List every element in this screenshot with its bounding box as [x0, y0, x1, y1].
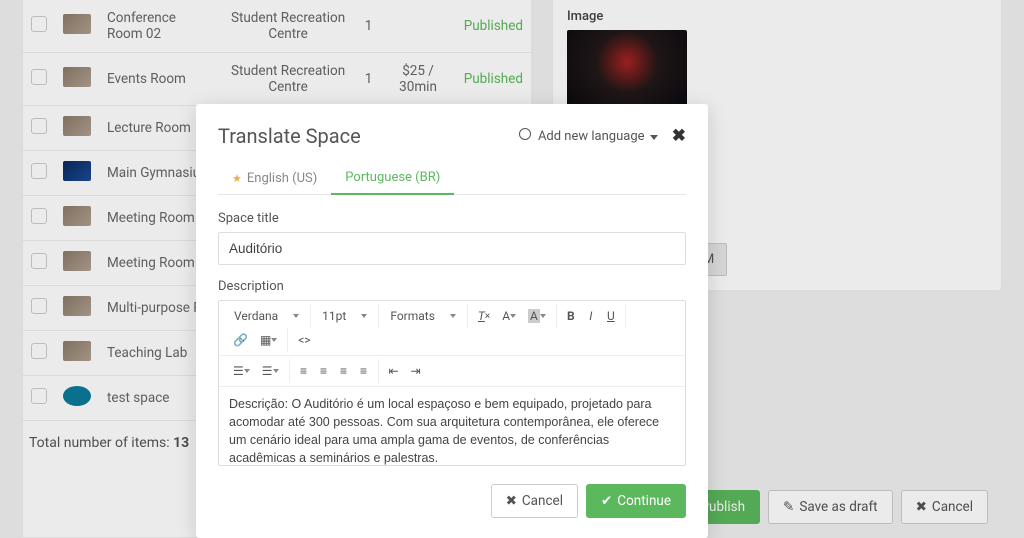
- align-right-icon[interactable]: ≡: [335, 361, 353, 381]
- tab-portuguese[interactable]: Portuguese (BR): [331, 162, 454, 195]
- description-label: Description: [218, 279, 686, 294]
- modal-actions: ✖ Cancel ✔ Continue: [218, 484, 686, 518]
- align-left-icon[interactable]: ≡: [295, 361, 313, 381]
- modal-title: Translate Space: [218, 124, 361, 148]
- star-icon: ★: [232, 172, 242, 185]
- outdent-icon[interactable]: ⇤: [384, 361, 404, 381]
- editor-textarea[interactable]: Descrição: O Auditório é um local espaço…: [219, 387, 685, 465]
- font-size-select[interactable]: 11pt: [316, 306, 373, 326]
- editor-toolbar-1: Verdana 11pt Formats T× A A B I U 🔗 ▦ <>: [219, 301, 685, 356]
- number-list-icon[interactable]: ☰: [257, 361, 284, 381]
- add-language-dropdown[interactable]: Add new language: [519, 128, 657, 144]
- link-icon[interactable]: 🔗: [228, 330, 253, 350]
- align-justify-icon[interactable]: ≡: [355, 361, 373, 381]
- editor-toolbar-2: ☰ ☰ ≡ ≡ ≡ ≡ ⇤ ⇥: [219, 356, 685, 387]
- space-title-label: Space title: [218, 211, 686, 226]
- modal-cancel-button[interactable]: ✖ Cancel: [491, 484, 578, 518]
- language-tabs: ★English (US) Portuguese (BR): [218, 162, 686, 195]
- italic-icon[interactable]: I: [582, 306, 600, 326]
- translate-space-modal: Translate Space Add new language ✖ ★Engl…: [196, 104, 708, 538]
- close-icon[interactable]: ✖: [672, 126, 686, 146]
- underline-icon[interactable]: U: [602, 306, 620, 326]
- text-color-icon[interactable]: A: [497, 306, 521, 326]
- code-icon[interactable]: <>: [293, 330, 315, 350]
- font-family-select[interactable]: Verdana: [228, 306, 305, 326]
- align-center-icon[interactable]: ≡: [315, 361, 333, 381]
- formats-select[interactable]: Formats: [384, 306, 462, 326]
- space-title-input[interactable]: [218, 232, 686, 265]
- bg-color-icon[interactable]: A: [523, 306, 551, 326]
- tab-english[interactable]: ★English (US): [218, 162, 331, 194]
- bold-icon[interactable]: B: [562, 306, 580, 326]
- modal-header: Translate Space Add new language ✖: [218, 124, 686, 148]
- indent-icon[interactable]: ⇥: [406, 361, 426, 381]
- table-icon[interactable]: ▦: [255, 330, 282, 350]
- clear-format-icon[interactable]: T×: [473, 306, 495, 326]
- rich-text-editor: Verdana 11pt Formats T× A A B I U 🔗 ▦ <>…: [218, 300, 686, 466]
- modal-continue-button[interactable]: ✔ Continue: [586, 484, 686, 518]
- chevron-down-icon: [650, 135, 658, 140]
- bullet-list-icon[interactable]: ☰: [228, 361, 255, 381]
- globe-icon: [519, 128, 531, 140]
